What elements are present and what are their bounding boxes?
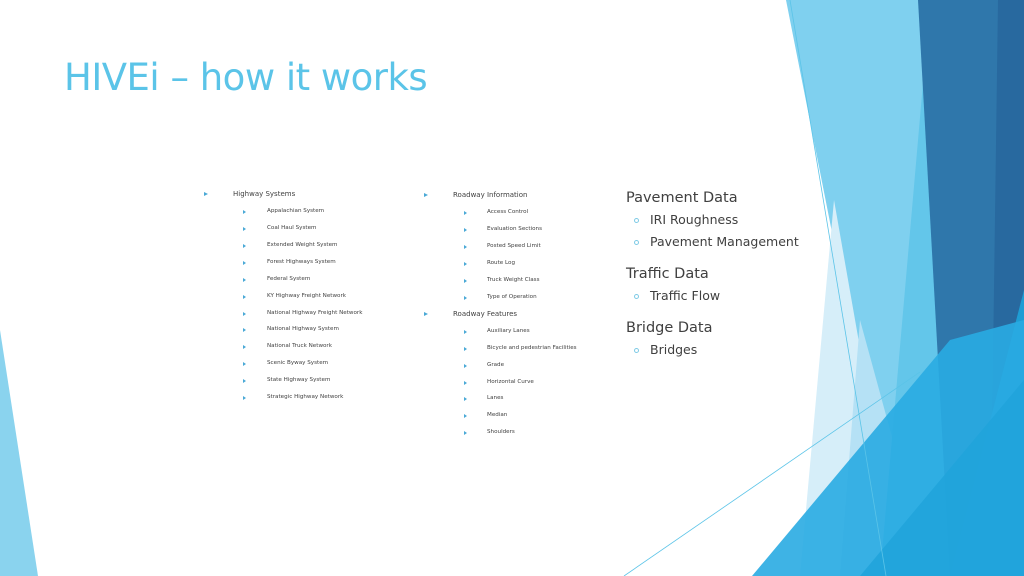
thin-line-diagonal	[623, 371, 921, 576]
list-item: Extended Weight System	[267, 242, 338, 248]
bullet-arrow-icon	[243, 261, 246, 265]
section-item: IRI Roughness	[650, 212, 739, 227]
left-accent-shape	[0, 330, 38, 576]
list-item: KY Highway Freight Network	[267, 293, 347, 299]
bullet-arrow-icon	[243, 227, 246, 231]
list-item: Type of Operation	[487, 294, 537, 300]
list-item: Route Log	[487, 260, 516, 266]
list-item: Lanes	[487, 395, 504, 401]
section-item: Pavement Management	[650, 234, 799, 249]
right-shape-darker	[990, 0, 1024, 576]
group-heading: Roadway Information	[453, 191, 528, 199]
list-item: State Highway System	[267, 377, 331, 383]
bullet-arrow-icon	[424, 193, 428, 197]
right-shape-dark	[918, 0, 1024, 576]
list-item: Federal System	[267, 276, 311, 282]
bullet-arrow-icon	[204, 192, 208, 196]
bullet-arrow-icon	[464, 279, 467, 283]
thin-line-vertical	[789, 0, 887, 576]
list-item: Forest Highways System	[267, 259, 336, 265]
bullet-arrow-icon	[464, 330, 467, 334]
bullet-arrow-icon	[464, 296, 467, 300]
slide-title: HIVEi – how it works	[64, 56, 428, 99]
right-shape-light	[786, 0, 1024, 576]
circle-bullet-icon	[634, 294, 639, 299]
section-heading: Pavement Data	[626, 190, 738, 206]
list-item: Median	[487, 412, 508, 418]
list-item: Bicycle and pedestrian Facilities	[487, 345, 577, 351]
bullet-arrow-icon	[464, 245, 467, 249]
list-item: Strategic Highway Network	[267, 394, 344, 400]
right-shape-bottom	[752, 320, 1024, 576]
list-item: National Truck Network	[267, 343, 332, 349]
right-shape-pale2	[840, 320, 930, 576]
bullet-arrow-icon	[464, 381, 467, 385]
bullet-arrow-icon	[243, 244, 246, 248]
bullet-arrow-icon	[464, 397, 467, 401]
bullet-arrow-icon	[243, 328, 246, 332]
group-heading: Highway Systems	[233, 190, 296, 198]
list-item: Scenic Byway System	[267, 360, 329, 366]
list-item: National Highway System	[267, 326, 339, 332]
list-item: Auxiliary Lanes	[487, 328, 530, 334]
bullet-arrow-icon	[464, 364, 467, 368]
circle-bullet-icon	[634, 348, 639, 353]
list-item: National Highway Freight Network	[267, 310, 363, 316]
circle-bullet-icon	[634, 240, 639, 245]
right-shape-pale	[800, 200, 900, 576]
list-item: Grade	[487, 362, 505, 368]
section-heading: Bridge Data	[626, 320, 713, 336]
bullet-arrow-icon	[464, 347, 467, 351]
bullet-arrow-icon	[243, 362, 246, 366]
list-item: Evaluation Sections	[487, 226, 542, 232]
right-shape-mid	[880, 0, 1024, 576]
bullet-arrow-icon	[424, 312, 428, 316]
bullet-arrow-icon	[464, 414, 467, 418]
bullet-arrow-icon	[464, 228, 467, 232]
right-shape-bottom2	[860, 380, 1024, 576]
bullet-arrow-icon	[243, 379, 246, 383]
bullet-arrow-icon	[243, 278, 246, 282]
bullet-arrow-icon	[243, 295, 246, 299]
section-item: Bridges	[650, 342, 698, 357]
bullet-arrow-icon	[243, 210, 246, 214]
bullet-arrow-icon	[464, 211, 467, 215]
list-item: Truck Weight Class	[487, 277, 540, 283]
bullet-arrow-icon	[243, 396, 246, 400]
bullet-arrow-icon	[464, 431, 467, 435]
list-item: Coal Haul System	[267, 225, 317, 231]
bullet-arrow-icon	[464, 262, 467, 266]
section-item: Traffic Flow	[650, 288, 721, 303]
list-item: Horizontal Curve	[487, 379, 534, 385]
list-item: Shoulders	[487, 429, 515, 435]
list-item: Appalachian System	[267, 208, 325, 214]
section-heading: Traffic Data	[626, 266, 709, 282]
list-item: Access Control	[487, 209, 529, 215]
list-item: Posted Speed Limit	[487, 243, 541, 249]
circle-bullet-icon	[634, 218, 639, 223]
group-heading: Roadway Features	[453, 310, 518, 318]
bullet-arrow-icon	[243, 312, 246, 316]
bullet-arrow-icon	[243, 345, 246, 349]
right-shape-blue	[950, 290, 1024, 576]
